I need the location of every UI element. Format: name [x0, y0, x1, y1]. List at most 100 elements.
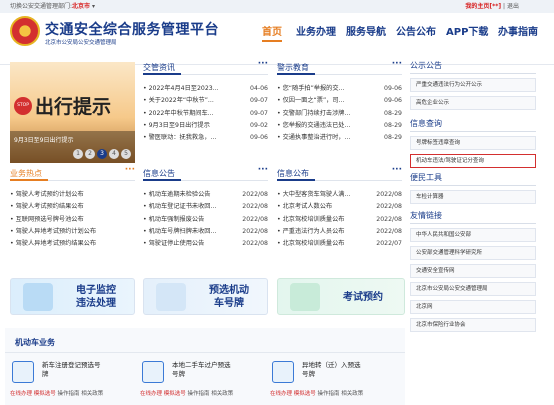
nav-service-guide[interactable]: 服务导航: [346, 23, 386, 38]
publish-item[interactable]: • 大中型客货车驾驶人满... 2022/08: [277, 189, 402, 201]
publish-item[interactable]: • 北京考试人数公布 2022/08: [277, 201, 402, 213]
carousel-dot-active[interactable]: 3: [97, 149, 107, 159]
notice-item[interactable]: • 机动车逾期未检验公告 2022/08: [143, 189, 268, 201]
banner-carousel[interactable]: STOP 出行提示 9月3日至9日出行提示 1 2 3 4 5: [10, 62, 135, 163]
nav-home[interactable]: 首页: [262, 23, 282, 42]
nav-app-download[interactable]: APP下载: [446, 23, 488, 38]
online-handle-link[interactable]: 在线办理: [10, 391, 32, 397]
news-item-title[interactable]: • 关于2022年“中秋节”...: [143, 95, 214, 107]
notice-item[interactable]: • 机动车强制报废公告 2022/08: [143, 214, 268, 226]
hot-item-title[interactable]: • 互联网预选号牌号池公布: [10, 214, 84, 226]
notice-item[interactable]: • 机动车登记证书未收回... 2022/08: [143, 201, 268, 213]
news-item[interactable]: • 仅因一面之“票”，司... 09-06: [277, 95, 402, 107]
more-link[interactable]: ···: [258, 59, 268, 69]
more-link[interactable]: ···: [125, 165, 135, 175]
news-item-title[interactable]: • 仅因一面之“票”，司...: [277, 95, 344, 107]
notice-item[interactable]: • 驾驶证停止使用公告 2022/08: [143, 238, 268, 250]
publish-item-title[interactable]: • 北京驾校培训质量公布: [277, 238, 345, 250]
sidebar-link[interactable]: 车检计算器: [410, 190, 536, 204]
sidebar-link[interactable]: 高危企业公示: [410, 96, 536, 110]
publish-item[interactable]: • 北京驾校培训质量公布 2022/08: [277, 214, 402, 226]
hot-item-title[interactable]: • 驾驶人异地考试预约计划公布: [10, 226, 96, 238]
friend-link[interactable]: 北京网: [410, 300, 536, 314]
nav-notices[interactable]: 公告公布: [396, 23, 436, 38]
hot-item-title[interactable]: • 驾驶人考试预约计划公布: [10, 189, 84, 201]
news-item-title[interactable]: • 9月3日至9日出行提示: [143, 120, 210, 132]
hot-item[interactable]: • 驾驶人异地考试预约结果公布: [10, 238, 135, 250]
news-item[interactable]: • 警医联动：抚我救急，... 09-06: [143, 132, 268, 144]
news-item[interactable]: • 2022年4月4日至2023... 04-06: [143, 83, 268, 95]
banner-caption[interactable]: 9月3日至9日出行提示: [14, 135, 73, 144]
publish-item-title[interactable]: • 大中型客货车驾驶人满...: [277, 189, 350, 201]
my-home-link[interactable]: 我的主页[**]: [465, 3, 501, 10]
notice-item-title[interactable]: • 机动车号牌扫牌未收回...: [143, 226, 216, 238]
hot-item[interactable]: • 互联网预选号牌号池公布: [10, 214, 135, 226]
notice-item-title[interactable]: • 驾驶证停止使用公告: [143, 238, 204, 250]
hot-item[interactable]: • 驾驶人异地考试预约计划公布: [10, 226, 135, 238]
mock-select-link[interactable]: 模拟选号: [34, 391, 56, 397]
hot-item-title[interactable]: • 驾驶人异地考试预约结果公布: [10, 238, 96, 250]
notice-item[interactable]: • 机动车号牌扫牌未收回... 2022/08: [143, 226, 268, 238]
notice-item-title[interactable]: • 机动车强制报废公告: [143, 214, 204, 226]
nav-business[interactable]: 业务办理: [296, 23, 336, 38]
carousel-dot[interactable]: 1: [73, 149, 83, 159]
preselect-plate-button[interactable]: 预选机动 车号牌: [143, 278, 268, 315]
online-handle-link[interactable]: 在线办理: [140, 391, 162, 397]
policy-link[interactable]: 相关政策: [211, 391, 233, 397]
logout-link[interactable]: 退出: [507, 3, 519, 10]
publish-item-title[interactable]: • 严重违法行为人员公布: [277, 226, 345, 238]
exam-booking-button[interactable]: 考试预约: [277, 278, 405, 315]
guide-link[interactable]: 操作指南: [58, 391, 80, 397]
friend-link[interactable]: 公安部交通管理科学研究所: [410, 246, 536, 260]
publish-item[interactable]: • 严重违法行为人员公布 2022/08: [277, 226, 402, 238]
publish-item[interactable]: • 北京驾校培训质量公布 2022/07: [277, 238, 402, 250]
more-link[interactable]: ···: [392, 165, 402, 175]
news-item[interactable]: • 交通执事整治进行时，... 08-29: [277, 132, 402, 144]
service-name[interactable]: 本地二手车过户预选 号牌: [172, 361, 262, 379]
news-item[interactable]: • 您“随手拍”举报的交... 09-06: [277, 83, 402, 95]
news-item[interactable]: • 您举报的交通违法已处... 08-29: [277, 120, 402, 132]
news-item-title[interactable]: • 2022年中秋节期间车...: [143, 108, 214, 120]
sidebar-link[interactable]: 号牌标签违章查询: [410, 136, 536, 150]
violation-query-link[interactable]: 机动车违法/驾驶证记分查询: [410, 154, 536, 168]
friend-link[interactable]: 北京市保险行业协会: [410, 318, 536, 332]
news-item[interactable]: • 2022年中秋节期间车... 09-07: [143, 108, 268, 120]
hot-item[interactable]: • 驾驶人考试预约结果公布: [10, 201, 135, 213]
nav-guide[interactable]: 办事指南: [498, 23, 538, 38]
news-item[interactable]: • 关于2022年“中秋节”... 09-07: [143, 95, 268, 107]
guide-link[interactable]: 操作指南: [188, 391, 210, 397]
news-item[interactable]: • 9月3日至9日出行提示 09-02: [143, 120, 268, 132]
carousel-dot[interactable]: 5: [121, 149, 131, 159]
hot-item-title[interactable]: • 驾驶人考试预约结果公布: [10, 201, 84, 213]
e-monitor-button[interactable]: 电子监控 违法处理: [10, 278, 135, 315]
publish-item-title[interactable]: • 北京考试人数公布: [277, 201, 332, 213]
guide-link[interactable]: 操作指南: [318, 391, 340, 397]
policy-link[interactable]: 相关政策: [341, 391, 363, 397]
news-item-title[interactable]: • 2022年4月4日至2023...: [143, 83, 219, 95]
mock-select-link[interactable]: 模拟选号: [294, 391, 316, 397]
news-item-title[interactable]: • 您举报的交通违法已处...: [277, 120, 350, 132]
policy-link[interactable]: 相关政策: [81, 391, 103, 397]
mock-select-link[interactable]: 模拟选号: [164, 391, 186, 397]
news-item-title[interactable]: • 您“随手拍”举报的交...: [277, 83, 344, 95]
hot-item[interactable]: • 驾驶人考试预约计划公布: [10, 189, 135, 201]
more-link[interactable]: ···: [392, 59, 402, 69]
notice-item-title[interactable]: • 机动车登记证书未收回...: [143, 201, 216, 213]
publish-item-title[interactable]: • 北京驾校培训质量公布: [277, 214, 345, 226]
friend-link[interactable]: 中华人民共和国公安部: [410, 228, 536, 242]
carousel-dot[interactable]: 4: [109, 149, 119, 159]
carousel-dot[interactable]: 2: [85, 149, 95, 159]
sidebar-link[interactable]: 严重交通违法行为公开公示: [410, 78, 536, 92]
friend-link[interactable]: 北京市公安局公安交通管理局: [410, 282, 536, 296]
news-item-title[interactable]: • 交警部门持续打击涉牌...: [277, 108, 350, 120]
region-switcher[interactable]: 切换公安交通管理部门:北京市 ▾: [10, 0, 95, 13]
notice-item-title[interactable]: • 机动车逾期未检验公告: [143, 189, 211, 201]
news-item-title[interactable]: • 交通执事整治进行时，...: [277, 132, 350, 144]
news-item-title[interactable]: • 警医联动：抚我救急，...: [143, 132, 216, 144]
more-link[interactable]: ···: [258, 165, 268, 175]
news-item[interactable]: • 交警部门持续打击涉牌... 08-29: [277, 108, 402, 120]
online-handle-link[interactable]: 在线办理: [270, 391, 292, 397]
friend-link[interactable]: 交通安全宣传网: [410, 264, 536, 278]
service-name[interactable]: 新车注册登记预选号 牌: [42, 361, 132, 379]
service-name[interactable]: 异地转（迁）入预选 号牌: [302, 361, 392, 379]
